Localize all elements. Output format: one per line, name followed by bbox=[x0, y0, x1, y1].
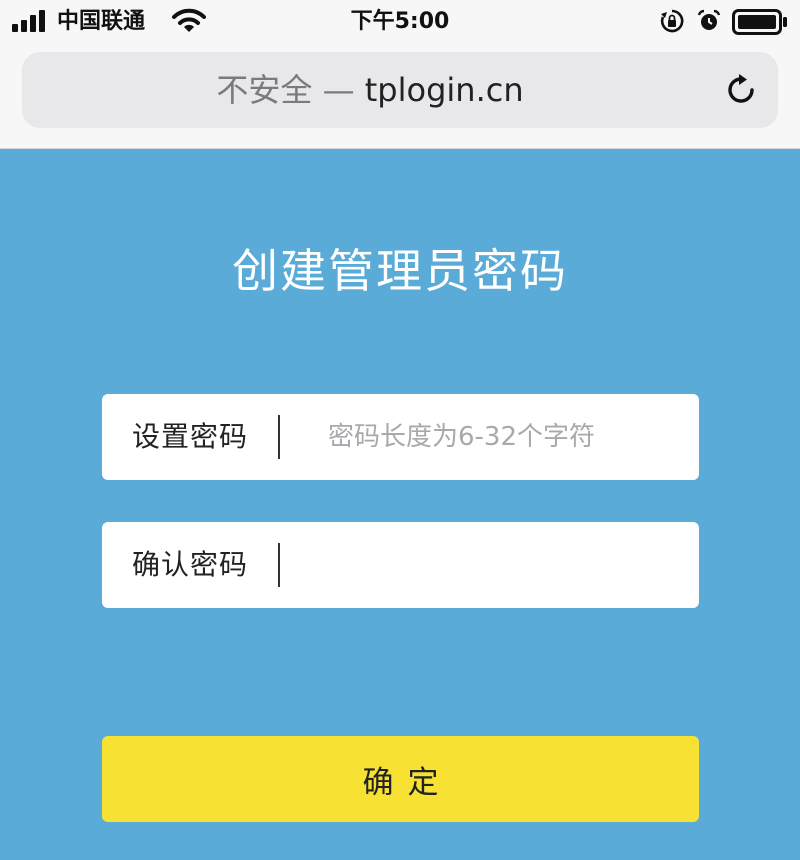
battery-icon bbox=[732, 9, 787, 35]
address-separator: — bbox=[322, 71, 355, 109]
set-password-field[interactable]: 设置密码 bbox=[102, 394, 699, 480]
status-bar: 中国联通 下午5:00 bbox=[0, 0, 800, 44]
confirm-password-label: 确认密码 bbox=[132, 548, 249, 581]
confirm-button[interactable]: 确定 bbox=[102, 736, 699, 822]
address-text[interactable]: 不安全 — tplogin.cn bbox=[22, 52, 718, 128]
set-password-label: 设置密码 bbox=[132, 420, 249, 453]
set-password-input[interactable] bbox=[292, 408, 682, 466]
set-password-divider bbox=[278, 415, 280, 459]
lock-rotation-icon bbox=[660, 9, 684, 33]
confirm-password-divider bbox=[278, 543, 280, 587]
confirm-password-field[interactable]: 确认密码 bbox=[102, 522, 699, 608]
page-title: 创建管理员密码 bbox=[232, 244, 568, 298]
browser-chrome: 中国联通 下午5:00 不安全 — tplogin.cn bbox=[0, 0, 800, 149]
security-label: 不安全 bbox=[216, 71, 313, 109]
alarm-icon bbox=[697, 9, 721, 30]
reload-icon[interactable] bbox=[722, 71, 760, 109]
address-domain: tplogin.cn bbox=[364, 71, 524, 109]
address-bar[interactable]: 不安全 — tplogin.cn bbox=[22, 52, 778, 128]
confirm-password-input[interactable] bbox=[292, 536, 682, 594]
